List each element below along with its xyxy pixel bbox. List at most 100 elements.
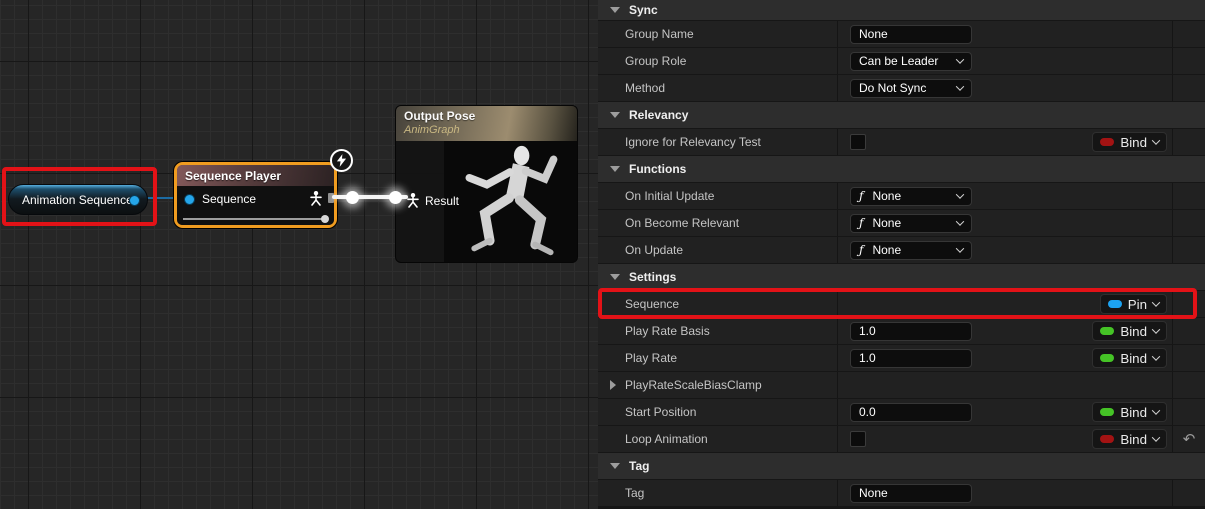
function-f-icon: ƒ — [859, 189, 863, 203]
bind-label: Bind — [1120, 405, 1147, 420]
result-pin-label: Result — [425, 194, 459, 208]
group-name-input[interactable]: None — [850, 25, 972, 44]
undo-arrow-icon[interactable]: ↶ — [1183, 432, 1196, 447]
on-update-dropdown[interactable]: ƒ None — [850, 241, 972, 260]
method-dropdown[interactable]: Do Not Sync — [850, 79, 972, 98]
chevron-down-icon — [1152, 433, 1160, 441]
pose-output-pin-person-icon[interactable] — [310, 191, 322, 209]
row-tag: Tag None — [598, 480, 1205, 506]
play-rate-input[interactable]: 1.0 — [850, 349, 972, 368]
collapse-triangle-icon[interactable] — [610, 7, 620, 13]
sequence-pin-label: Sequence — [202, 192, 256, 206]
ignore-relevancy-bind-button[interactable]: Bind — [1092, 132, 1167, 152]
property-label: Ignore for Relevancy Test — [625, 135, 761, 149]
section-header-tag[interactable]: Tag — [598, 453, 1205, 479]
result-input-pin[interactable]: Result — [407, 193, 459, 208]
section-label: Sync — [629, 3, 658, 17]
playback-progress-handle[interactable] — [321, 215, 329, 223]
group-role-dropdown[interactable]: Can be Leader — [850, 52, 972, 71]
unreal-animgraph-editor: Animation Sequence Sequence Player Seque… — [0, 0, 1205, 509]
row-ignore-for-relevancy-test: Ignore for Relevancy Test Bind — [598, 129, 1205, 155]
row-play-rate: Play Rate 1.0 Bind — [598, 345, 1205, 371]
start-position-bind-button[interactable]: Bind — [1092, 402, 1167, 422]
expand-triangle-icon[interactable] — [610, 380, 616, 390]
play-rate-basis-bind-button[interactable]: Bind — [1092, 321, 1167, 341]
start-position-input[interactable]: 0.0 — [850, 403, 972, 422]
sequence-player-title[interactable]: Sequence Player — [177, 165, 334, 186]
mannequin-preview-image — [444, 141, 577, 262]
section-header-functions[interactable]: Functions — [598, 156, 1205, 182]
play-rate-value: 1.0 — [859, 351, 876, 365]
row-on-initial-update: On Initial Update ƒ None — [598, 183, 1205, 209]
bind-label: Bind — [1120, 351, 1147, 366]
on-initial-update-dropdown[interactable]: ƒ None — [850, 187, 972, 206]
output-pose-body: Result — [396, 141, 577, 262]
chevron-down-icon — [1152, 298, 1160, 306]
result-person-icon — [407, 193, 419, 208]
bind-label: Bind — [1120, 432, 1147, 447]
section-header-sync[interactable]: Sync — [598, 0, 1205, 20]
row-group-role: Group Role Can be Leader — [598, 48, 1205, 74]
property-label: On Initial Update — [625, 189, 714, 203]
property-label: Group Name — [625, 27, 694, 41]
group-name-value: None — [859, 27, 888, 41]
node-animation-sequence[interactable]: Animation Sequence — [8, 184, 148, 215]
row-on-update: On Update ƒNone — [598, 237, 1205, 263]
row-start-position: Start Position 0.0 Bind — [598, 399, 1205, 425]
output-pose-subtitle: AnimGraph — [404, 124, 577, 136]
ignore-relevancy-checkbox[interactable] — [850, 134, 866, 150]
tag-input[interactable]: None — [850, 484, 972, 503]
pin-label: Pin — [1128, 297, 1147, 312]
animgraph-canvas[interactable]: Animation Sequence Sequence Player Seque… — [0, 0, 598, 509]
play-rate-basis-value: 1.0 — [859, 324, 876, 338]
bind-green-pill-icon — [1100, 354, 1114, 362]
chevron-down-icon — [1152, 406, 1160, 414]
playback-progress-bar — [183, 218, 325, 220]
play-rate-basis-input[interactable]: 1.0 — [850, 322, 972, 341]
property-label: Play Rate Basis — [625, 324, 710, 338]
on-become-relevant-dropdown[interactable]: ƒ None — [850, 214, 972, 233]
group-role-value: Can be Leader — [859, 54, 938, 68]
section-label: Settings — [629, 270, 676, 284]
sequence-pin-button[interactable]: Pin — [1100, 294, 1167, 314]
output-pose-title-bar[interactable]: Output Pose AnimGraph — [396, 106, 577, 141]
sequence-player-body: Sequence Player Sequence — [177, 165, 334, 225]
function-value: None — [872, 189, 901, 203]
bind-label: Bind — [1120, 135, 1147, 150]
start-position-value: 0.0 — [859, 405, 876, 419]
collapse-triangle-icon[interactable] — [610, 112, 620, 118]
property-label: Start Position — [625, 405, 696, 419]
pose-wire-glow — [389, 191, 402, 204]
node-output-pose[interactable]: Output Pose AnimGraph — [395, 105, 578, 263]
row-sequence: Sequence Pin — [598, 291, 1205, 317]
section-header-relevancy[interactable]: Relevancy — [598, 102, 1205, 128]
chevron-down-icon — [956, 217, 964, 225]
section-label: Relevancy — [629, 108, 688, 122]
sequence-player-pin-area: Sequence — [177, 186, 334, 225]
pose-wire-glow — [346, 191, 359, 204]
node-sequence-player[interactable]: Sequence Player Sequence — [174, 162, 337, 228]
function-f-icon: ƒ — [859, 216, 863, 230]
loop-animation-checkbox[interactable] — [850, 431, 866, 447]
function-value: None — [872, 216, 901, 230]
collapse-triangle-icon[interactable] — [610, 463, 620, 469]
section-label: Tag — [629, 459, 649, 473]
chevron-down-icon — [956, 55, 964, 63]
sequence-player-title-label: Sequence Player — [185, 169, 281, 183]
loop-animation-bind-button[interactable]: Bind — [1092, 429, 1167, 449]
bind-red-pill-icon — [1100, 138, 1114, 146]
property-label: PlayRateScaleBiasClamp — [625, 378, 762, 392]
function-value: None — [872, 243, 901, 257]
animation-sequence-output-pin[interactable] — [129, 195, 140, 206]
property-label: Group Role — [625, 54, 686, 68]
tag-value: None — [859, 486, 888, 500]
collapse-triangle-icon[interactable] — [610, 274, 620, 280]
play-rate-bind-button[interactable]: Bind — [1092, 348, 1167, 368]
collapse-triangle-icon[interactable] — [610, 166, 620, 172]
method-value: Do Not Sync — [859, 81, 926, 95]
row-group-name: Group Name None — [598, 21, 1205, 47]
section-header-settings[interactable]: Settings — [598, 264, 1205, 290]
sequence-input-pin[interactable] — [184, 194, 195, 205]
chevron-down-icon — [956, 190, 964, 198]
function-f-icon: ƒ — [859, 243, 863, 257]
